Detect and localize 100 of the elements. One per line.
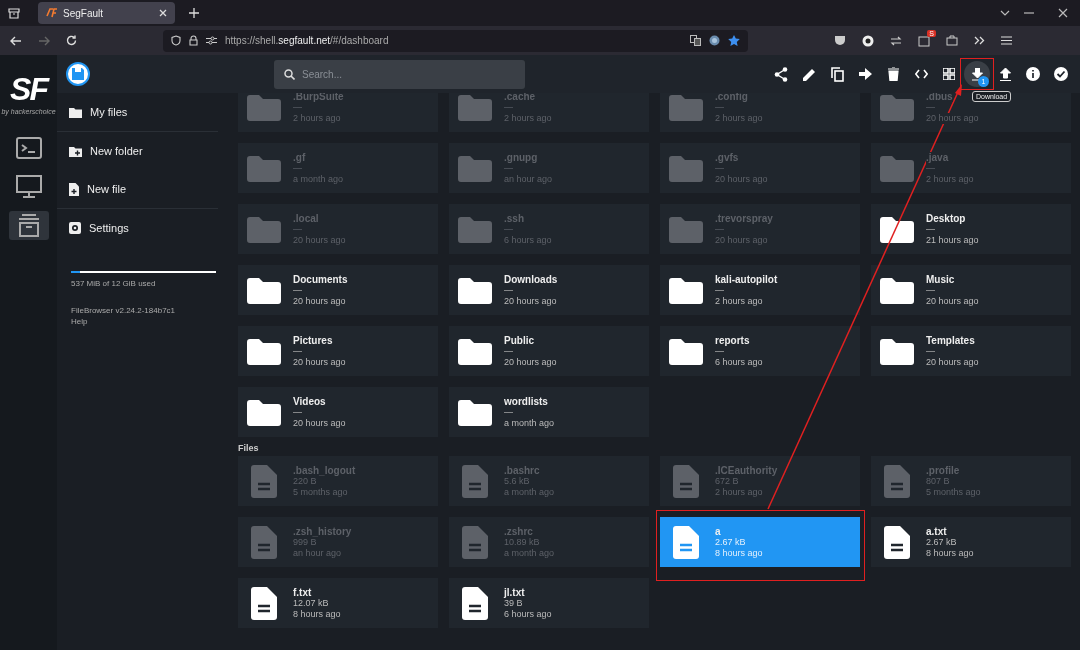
folder-icon	[458, 398, 492, 426]
translate-icon[interactable]	[690, 35, 701, 46]
folder-item[interactable]: Videos — 20 hours ago	[238, 387, 438, 437]
folder-icon	[458, 337, 492, 365]
toolbox-icon[interactable]	[946, 35, 958, 46]
file-item[interactable]: a.txt 2.67 kB 8 hours ago	[871, 517, 1071, 567]
settings-icon	[69, 222, 81, 234]
folder-item[interactable]: Downloads — 20 hours ago	[449, 265, 649, 315]
tab-overview-icon[interactable]	[8, 7, 20, 19]
item-name: .zshrc	[504, 525, 533, 537]
info-icon	[1026, 67, 1040, 81]
item-modified: 20 hours ago	[293, 356, 346, 368]
new-tab-icon[interactable]	[189, 8, 199, 18]
grid-icon	[943, 68, 955, 80]
folder-icon	[247, 398, 281, 426]
document-icon	[462, 464, 488, 498]
folder-item[interactable]: Public — 20 hours ago	[449, 326, 649, 376]
folder-item[interactable]: Desktop — 21 hours ago	[871, 204, 1071, 254]
item-name: .cache	[504, 93, 536, 102]
item-name: .java	[926, 151, 949, 163]
version-text: FileBrowser v2.24.2-184b7c1	[70, 306, 177, 315]
reload-icon[interactable]	[66, 35, 77, 46]
address-bar[interactable]: https://shell.segfault.net/#/dashboard	[163, 29, 748, 52]
folder-icon	[458, 93, 492, 121]
new-file-nav-item[interactable]: New file	[57, 170, 230, 208]
folder-item[interactable]: wordlists — a month ago	[449, 387, 649, 437]
section-heading: Files	[238, 443, 260, 453]
item-modified: 8 hours ago	[926, 547, 974, 559]
item-modified: 20 hours ago	[293, 295, 346, 307]
item-modified: 6 hours ago	[715, 356, 763, 368]
item-modified: 8 hours ago	[293, 608, 341, 620]
document-icon	[673, 464, 699, 498]
app-logo-icon[interactable]	[66, 62, 90, 86]
item-name: .dbus	[926, 93, 953, 102]
folder-item[interactable]: Templates — 20 hours ago	[871, 326, 1071, 376]
folder-icon	[669, 93, 703, 121]
folder-nav-item[interactable]: My files	[57, 93, 230, 131]
item-modified: 20 hours ago	[504, 356, 557, 368]
item-name: Videos	[293, 395, 326, 407]
sync-icon[interactable]	[890, 35, 902, 46]
new-file-icon	[69, 182, 79, 196]
back-icon[interactable]	[10, 35, 22, 46]
folder-item[interactable]: Pictures — 20 hours ago	[238, 326, 438, 376]
chevron-icon[interactable]	[1000, 10, 1010, 16]
file-item[interactable]: f.txt 12.07 kB 8 hours ago	[238, 578, 438, 628]
document-icon	[673, 525, 699, 559]
globe-icon[interactable]	[709, 35, 720, 46]
extension-icon[interactable]	[862, 34, 874, 47]
folder-icon	[669, 337, 703, 365]
tab-title: SegFault	[63, 7, 105, 19]
item-size: 39 B	[504, 597, 523, 609]
search-field[interactable]: Search...	[274, 59, 525, 89]
item-modified: 6 hours ago	[504, 608, 552, 620]
folder-item[interactable]: Documents — 20 hours ago	[238, 265, 438, 315]
new-folder-nav-item[interactable]: New folder	[57, 132, 230, 170]
help-link[interactable]: Help	[57, 317, 230, 326]
folder-icon	[247, 337, 281, 365]
permissions-icon	[206, 36, 217, 45]
trash-icon	[887, 67, 899, 81]
download-icon	[971, 67, 983, 81]
document-icon	[462, 525, 488, 559]
folder-icon	[247, 154, 281, 182]
item-modified: 21 hours ago	[926, 234, 979, 246]
item-modified: 20 hours ago	[504, 295, 557, 307]
folder-icon	[247, 215, 281, 243]
archive-rail-button[interactable]	[8, 211, 49, 240]
document-icon	[462, 586, 488, 620]
document-icon	[251, 525, 277, 559]
item-name: .bash_logout	[293, 464, 356, 476]
item-name: Documents	[293, 273, 348, 285]
folder-icon	[69, 106, 82, 118]
item-name: .bashrc	[504, 464, 540, 476]
folder-icon	[669, 276, 703, 304]
item-name: Public	[504, 334, 534, 346]
close-icon[interactable]	[159, 9, 167, 17]
item-name: Downloads	[504, 273, 558, 285]
star-icon[interactable]	[728, 35, 740, 46]
file-item[interactable]: jl.txt 39 B 6 hours ago	[449, 578, 649, 628]
close-icon[interactable]	[1058, 8, 1068, 18]
folder-item[interactable]: Music — 20 hours ago	[871, 265, 1071, 315]
folder-icon	[669, 215, 703, 243]
browser-tab[interactable]: SegFault	[38, 2, 175, 24]
settings-nav-item[interactable]: Settings	[57, 209, 230, 247]
item-modified: 20 hours ago	[926, 295, 979, 307]
item-name: .config	[715, 93, 748, 102]
item-name: Music	[926, 273, 955, 285]
folder-item[interactable]: kali-autopilot — 2 hours ago	[660, 265, 860, 315]
folder-icon	[880, 154, 914, 182]
item-name: .BurpSuite	[293, 93, 344, 102]
item-name: Desktop	[926, 212, 966, 224]
item-name: .ICEauthority	[715, 464, 778, 476]
overflow-icon[interactable]	[974, 36, 985, 45]
item-name: f.txt	[293, 586, 312, 598]
item-modified: 8 hours ago	[715, 547, 763, 559]
item-modified: 2 hours ago	[715, 295, 763, 307]
shield-icon	[171, 35, 181, 46]
menu-icon[interactable]	[1001, 36, 1012, 45]
item-name: .gvfs	[715, 151, 739, 163]
folder-icon	[880, 215, 914, 243]
folder-item[interactable]: reports — 6 hours ago	[660, 326, 860, 376]
